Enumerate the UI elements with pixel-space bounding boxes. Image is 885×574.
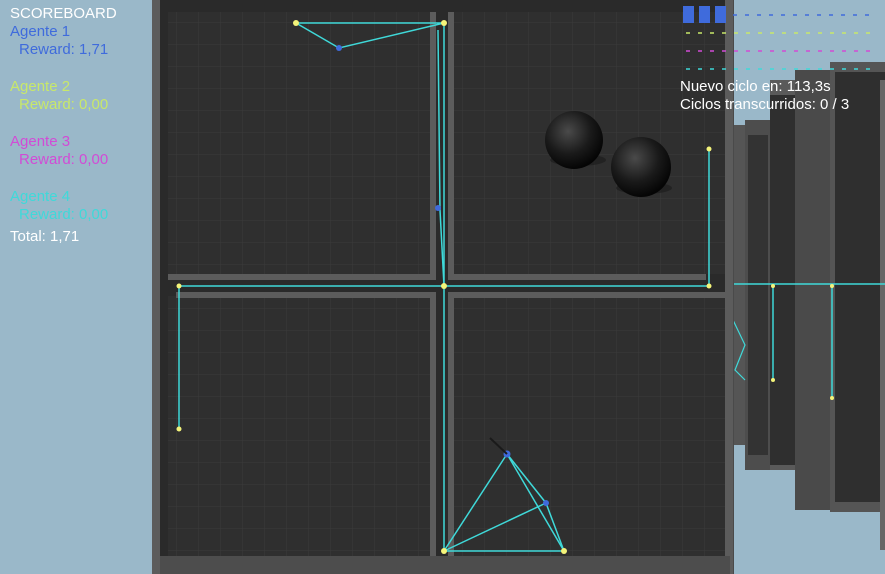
agent-reward: Reward: 0,00 [19, 206, 109, 223]
scoreboard-title: SCOREBOARD [10, 5, 117, 22]
agent-marker [435, 205, 441, 211]
progress-bar-segment [683, 6, 694, 23]
agent-name: Agente 1 [10, 23, 71, 40]
total-score: Total: 1,71 [10, 228, 80, 245]
room-top-left [168, 12, 430, 274]
agent-name: Agente 4 [10, 188, 71, 205]
agent-name: Agente 2 [10, 78, 71, 95]
cycle-status: Nuevo ciclo en: 113,3s Ciclos transcurri… [680, 78, 849, 114]
agent-3-score: Agente 3 Reward: 0,00 [10, 133, 117, 188]
next-cycle-timer: Nuevo ciclo en: 113,3s [680, 78, 831, 95]
room-bottom-right [454, 296, 726, 556]
cycles-elapsed: Ciclos transcurridos: 0 / 3 [680, 96, 850, 113]
scoreboard-panel: SCOREBOARD Agente 1 Reward: 1,71 Agente … [10, 5, 117, 246]
agent-marker [543, 500, 549, 506]
agent-name: Agente 3 [10, 133, 71, 150]
agent-2-score: Agente 2 Reward: 0,00 [10, 78, 117, 133]
sphere-obstacle [611, 137, 671, 197]
sphere-obstacle [545, 111, 603, 169]
agent-reward: Reward: 0,00 [19, 96, 109, 113]
agent-reward: Reward: 0,00 [19, 151, 109, 168]
progress-bar-segment [715, 6, 726, 23]
agent-marker [336, 45, 342, 51]
room-bottom-left [168, 296, 430, 556]
agent-1-score: Agente 1 Reward: 1,71 [10, 23, 117, 78]
progress-bar-segment [699, 6, 710, 23]
agent-4-score: Agente 4 Reward: 0,00 [10, 188, 117, 228]
agent-reward: Reward: 1,71 [19, 41, 109, 58]
